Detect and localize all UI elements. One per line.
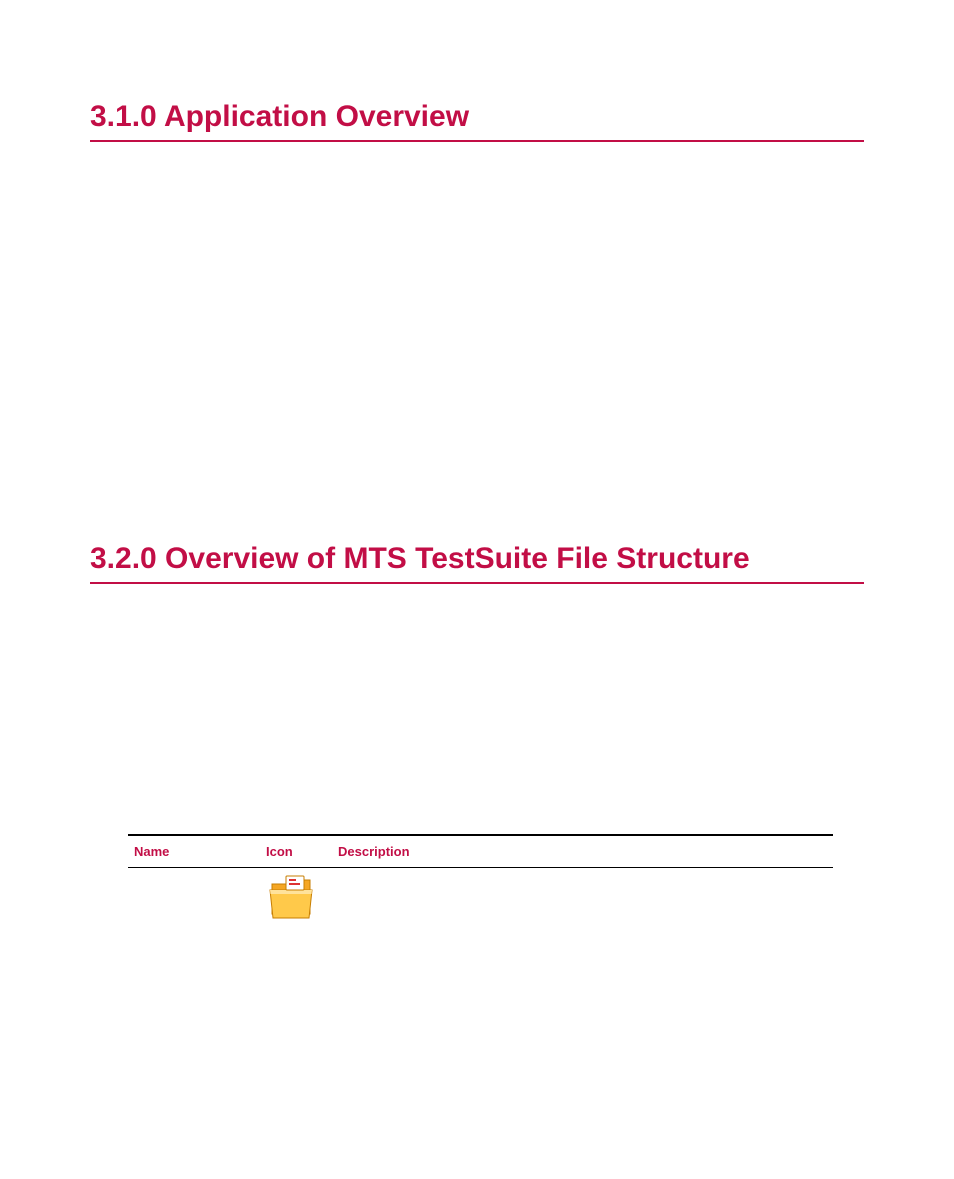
spacer xyxy=(90,162,864,542)
table-row xyxy=(128,868,833,936)
project-folder-icon xyxy=(266,874,316,920)
spacer xyxy=(90,604,864,814)
cell-name xyxy=(128,868,260,936)
document-page: 3.1.0 Application Overview 3.2.0 Overvie… xyxy=(0,0,954,995)
file-structure-table: Name Icon Description xyxy=(128,834,833,935)
cell-icon xyxy=(260,868,332,936)
column-header-icon: Icon xyxy=(260,835,332,868)
heading-file-structure: 3.2.0 Overview of MTS TestSuite File Str… xyxy=(90,542,864,584)
heading-application-overview: 3.1.0 Application Overview xyxy=(90,100,864,142)
table-header-row: Name Icon Description xyxy=(128,835,833,868)
cell-description xyxy=(332,868,833,936)
column-header-name: Name xyxy=(128,835,260,868)
column-header-description: Description xyxy=(332,835,833,868)
